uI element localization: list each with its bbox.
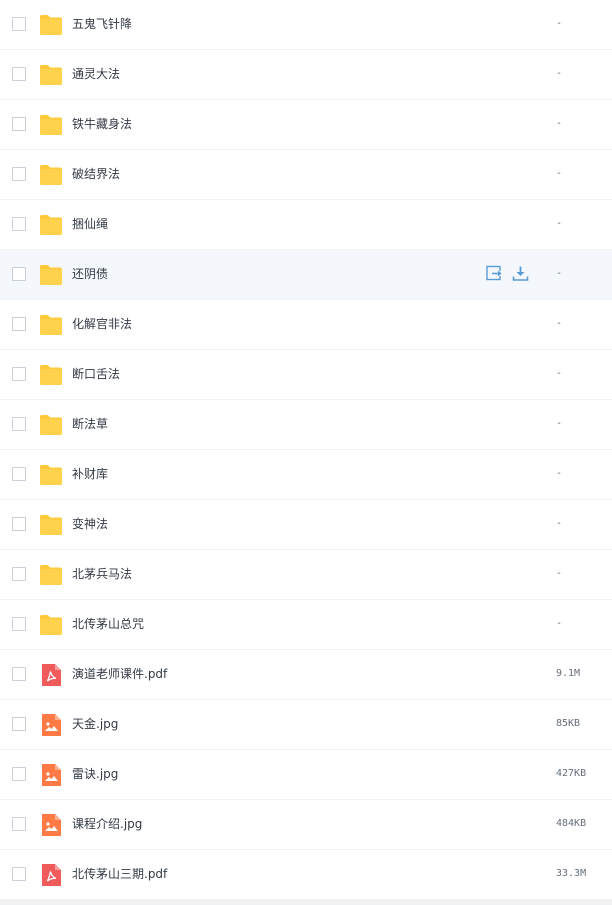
file-name[interactable]: 铁牛藏身法 [72,116,132,132]
row-checkbox[interactable] [12,467,26,481]
file-name[interactable]: 北传茅山三期.pdf [72,866,167,882]
folder-row[interactable]: 通灵大法 - [0,50,612,100]
folder-row[interactable]: 五鬼飞针降 - [0,0,612,50]
file-size: 484KB [556,818,587,829]
folder-icon [39,214,63,236]
pdf-file-icon [39,664,63,686]
folder-icon [39,614,63,636]
row-checkbox[interactable] [12,117,26,131]
file-size: 33.3M [556,868,587,879]
file-size: - [556,218,563,229]
file-row[interactable]: 北传茅山三期.pdf 33.3M [0,850,612,900]
row-checkbox[interactable] [12,17,26,31]
file-name[interactable]: 断口舌法 [72,366,120,382]
folder-row[interactable]: 破结界法 - [0,150,612,200]
row-checkbox[interactable] [12,217,26,231]
image-file-icon [39,764,63,786]
file-size: - [556,268,563,279]
row-checkbox[interactable] [12,317,26,331]
file-size: - [556,568,563,579]
folder-icon [39,164,63,186]
folder-row[interactable]: 捆仙绳 - [0,200,612,250]
folder-icon [39,314,63,336]
file-size: - [556,318,563,329]
file-size: 9.1M [556,668,581,679]
row-checkbox[interactable] [12,267,26,281]
row-checkbox[interactable] [12,767,26,781]
file-name[interactable]: 课程介绍.jpg [72,816,142,832]
row-checkbox[interactable] [12,617,26,631]
folder-row[interactable]: 化解官非法 - [0,300,612,350]
file-name[interactable]: 通灵大法 [72,66,120,82]
file-name[interactable]: 破结界法 [72,166,120,182]
folder-row[interactable]: 变神法 - [0,500,612,550]
folder-icon [39,464,63,486]
file-name[interactable]: 还阴债 [72,266,108,282]
file-row[interactable]: 演道老师课件.pdf 9.1M [0,650,612,700]
file-name[interactable]: 北传茅山总咒 [72,616,144,632]
file-name[interactable]: 天金.jpg [72,716,118,732]
file-size: - [556,68,563,79]
file-size: - [556,118,563,129]
file-name[interactable]: 变神法 [72,516,108,532]
row-checkbox[interactable] [12,867,26,881]
row-checkbox[interactable] [12,517,26,531]
file-size: 85KB [556,718,581,729]
folder-row[interactable]: 断法草 - [0,400,612,450]
folder-row[interactable]: 补财库 - [0,450,612,500]
folder-icon [39,64,63,86]
row-checkbox[interactable] [12,167,26,181]
file-size: - [556,518,563,529]
row-checkbox[interactable] [12,417,26,431]
file-row[interactable]: 天金.jpg 85KB [0,700,612,750]
file-row[interactable]: 课程介绍.jpg 484KB [0,800,612,850]
bottom-scroll-edge [0,899,612,905]
file-size: - [556,368,563,379]
row-checkbox[interactable] [12,667,26,681]
file-name[interactable]: 北茅兵马法 [72,566,132,582]
file-name[interactable]: 化解官非法 [72,316,132,332]
row-checkbox[interactable] [12,817,26,831]
row-checkbox[interactable] [12,367,26,381]
move-to-icon[interactable] [486,265,503,282]
row-actions [486,265,529,282]
folder-icon [39,14,63,36]
folder-icon [39,414,63,436]
file-name[interactable]: 断法草 [72,416,108,432]
folder-row[interactable]: 北传茅山总咒 - [0,600,612,650]
folder-icon [39,364,63,386]
folder-icon [39,564,63,586]
row-checkbox[interactable] [12,717,26,731]
download-icon[interactable] [512,265,529,282]
file-name[interactable]: 补财库 [72,466,108,482]
folder-icon [39,514,63,536]
image-file-icon [39,814,63,836]
file-size: 427KB [556,768,587,779]
file-row[interactable]: 雷诀.jpg 427KB [0,750,612,800]
folder-row[interactable]: 铁牛藏身法 - [0,100,612,150]
file-name[interactable]: 五鬼飞针降 [72,16,132,32]
file-size: - [556,168,563,179]
row-checkbox[interactable] [12,67,26,81]
file-name[interactable]: 演道老师课件.pdf [72,666,167,682]
folder-row[interactable]: 还阴债 - [0,250,612,300]
image-file-icon [39,714,63,736]
row-checkbox[interactable] [12,567,26,581]
file-size: - [556,618,563,629]
file-name[interactable]: 捆仙绳 [72,216,108,232]
file-size: - [556,418,563,429]
file-size: - [556,468,563,479]
folder-icon [39,114,63,136]
folder-row[interactable]: 北茅兵马法 - [0,550,612,600]
file-list: 五鬼飞针降 - 通灵大法 - 铁牛藏身法 - 破结界法 - 捆仙绳 - 还阴债 - 化解官… [0,0,612,905]
file-name[interactable]: 雷诀.jpg [72,766,118,782]
file-size: - [556,18,563,29]
pdf-file-icon [39,864,63,886]
folder-row[interactable]: 断口舌法 - [0,350,612,400]
folder-icon [39,264,63,286]
